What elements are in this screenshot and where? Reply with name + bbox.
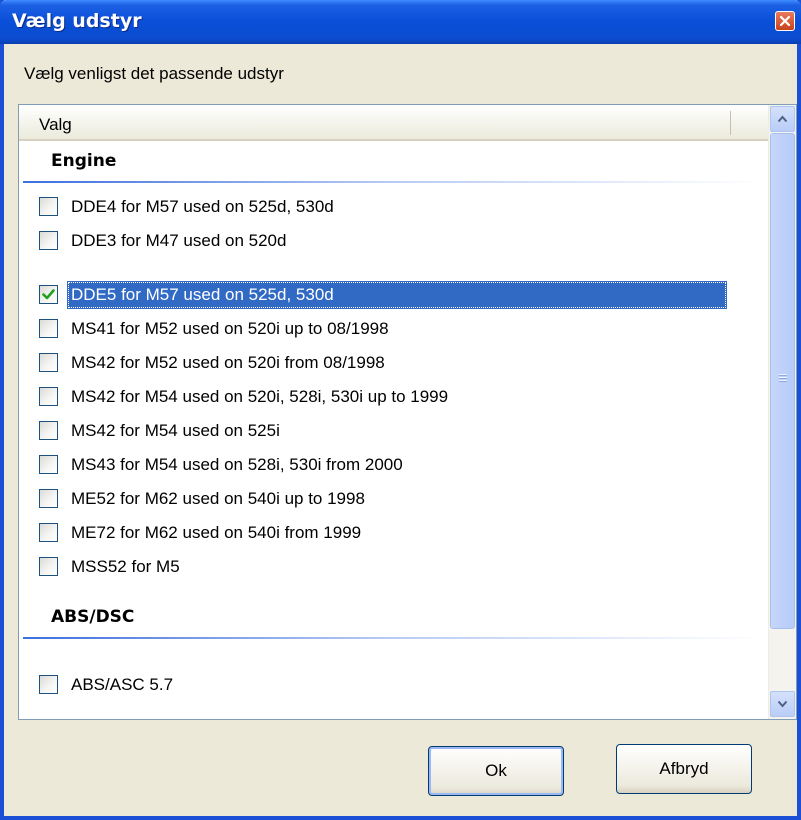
thumb-grip bbox=[779, 381, 787, 382]
checkbox[interactable] bbox=[39, 675, 58, 694]
vertical-scrollbar[interactable] bbox=[768, 105, 796, 719]
equipment-list[interactable]: Valg Engine DDE4 for M57 used on 525d, 5… bbox=[18, 104, 797, 720]
list-item-selected[interactable]: DDE5 for M57 used on 525d, 530d bbox=[39, 281, 759, 309]
group-label: ABS/DSC bbox=[51, 607, 135, 627]
checkbox[interactable] bbox=[39, 421, 58, 440]
column-separator[interactable] bbox=[730, 111, 731, 135]
list-item-label: DDE4 for M57 used on 525d, 530d bbox=[71, 197, 334, 216]
list-item-label: ME72 for M62 used on 540i from 1999 bbox=[71, 523, 362, 542]
ok-button[interactable]: Ok bbox=[428, 746, 564, 796]
scroll-thumb[interactable] bbox=[770, 133, 795, 629]
list-item[interactable]: MS41 for M52 used on 520i up to 08/1998 bbox=[39, 315, 759, 343]
column-header-label: Valg bbox=[39, 115, 72, 134]
thumb-grip bbox=[779, 375, 787, 376]
checkmark-icon bbox=[42, 289, 55, 300]
title-bar[interactable]: Vælg udstyr bbox=[0, 0, 801, 44]
list-item[interactable]: MSS52 for M5 bbox=[39, 553, 759, 581]
list-item[interactable]: MS42 for M52 used on 520i from 08/1998 bbox=[39, 349, 759, 377]
group-label: Engine bbox=[51, 151, 117, 171]
chevron-down-icon bbox=[777, 700, 788, 708]
checkbox[interactable] bbox=[39, 319, 58, 338]
list-item-label: MS43 for M54 used on 528i, 530i from 200… bbox=[71, 455, 403, 474]
checkbox[interactable] bbox=[39, 455, 58, 474]
group-divider bbox=[23, 181, 763, 183]
list-item-label: MS42 for M54 used on 520i, 528i, 530i up… bbox=[71, 387, 449, 406]
list-item-label: MS41 for M52 used on 520i up to 08/1998 bbox=[71, 319, 389, 338]
cancel-button[interactable]: Afbryd bbox=[616, 744, 752, 794]
list-item-label: MSS52 for M5 bbox=[71, 557, 180, 576]
checkbox[interactable] bbox=[39, 489, 58, 508]
list-item[interactable]: DDE4 for M57 used on 525d, 530d bbox=[39, 193, 759, 221]
list-item[interactable]: ME72 for M62 used on 540i from 1999 bbox=[39, 519, 759, 547]
close-button[interactable] bbox=[775, 11, 795, 31]
scroll-down-button[interactable] bbox=[770, 691, 795, 717]
checkbox[interactable] bbox=[39, 353, 58, 372]
list-item[interactable]: MS42 for M54 used on 520i, 528i, 530i up… bbox=[39, 383, 759, 411]
list-item-label: ABS/ASC 5.7 bbox=[71, 675, 174, 694]
list-item-label: DDE3 for M47 used on 520d bbox=[71, 231, 287, 250]
group-divider bbox=[23, 637, 763, 639]
group-header-engine: Engine bbox=[23, 143, 763, 183]
prompt-text: Vælg venligst det passende udstyr bbox=[24, 64, 284, 83]
group-header-abs-dsc: ABS/DSC bbox=[23, 599, 763, 639]
close-icon bbox=[779, 15, 791, 27]
column-header[interactable]: Valg bbox=[19, 105, 768, 141]
checkbox[interactable] bbox=[39, 557, 58, 576]
list-item-label: MS42 for M54 used on 525i bbox=[71, 421, 280, 440]
checkbox[interactable] bbox=[39, 197, 58, 216]
list-item-label: ME52 for M62 used on 540i up to 1998 bbox=[71, 489, 365, 508]
list-item[interactable]: MS42 for M54 used on 525i bbox=[39, 417, 759, 445]
list-item[interactable]: MS43 for M54 used on 528i, 530i from 200… bbox=[39, 451, 759, 479]
list-item[interactable]: DDE3 for M47 used on 520d bbox=[39, 227, 759, 255]
dialog-window: Vælg udstyr Vælg venligst det passende u… bbox=[0, 0, 801, 820]
chevron-up-icon bbox=[777, 115, 788, 123]
list-item[interactable]: ME52 for M62 used on 540i up to 1998 bbox=[39, 485, 759, 513]
checkbox[interactable] bbox=[39, 231, 58, 250]
checkbox[interactable] bbox=[39, 387, 58, 406]
checkbox[interactable] bbox=[39, 523, 58, 542]
list-item-label: MS42 for M52 used on 520i from 08/1998 bbox=[71, 353, 385, 372]
window-title: Vælg udstyr bbox=[12, 10, 142, 32]
checkbox-checked[interactable] bbox=[39, 285, 58, 304]
scroll-up-button[interactable] bbox=[770, 106, 795, 132]
thumb-grip bbox=[779, 378, 787, 379]
list-item[interactable]: ABS/ASC 5.7 bbox=[39, 671, 759, 699]
list-item-label: DDE5 for M57 used on 525d, 530d bbox=[67, 281, 727, 309]
